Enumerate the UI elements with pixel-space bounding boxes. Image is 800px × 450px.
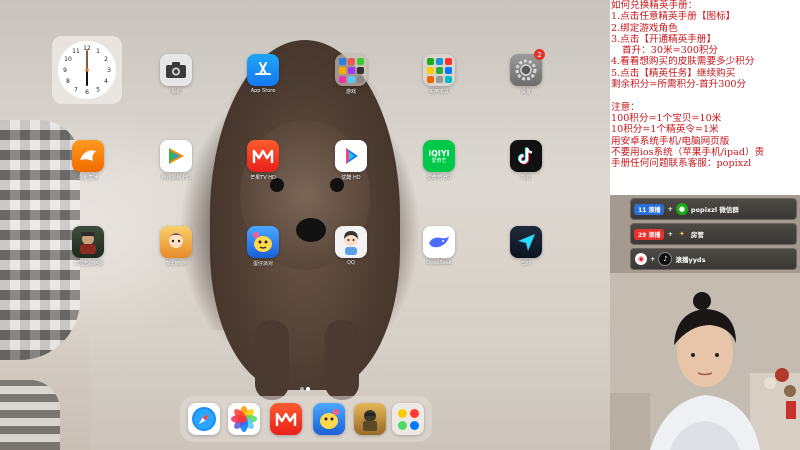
fantasy-game-icon[interactable] <box>160 226 192 258</box>
mango-tv-label: 芒果TV HD <box>250 175 276 181</box>
instruction-spacer <box>610 90 800 101</box>
wechat-icon: ● <box>675 203 688 215</box>
webcam-feed <box>610 273 800 450</box>
num-badge: 11 滚播 <box>634 203 665 215</box>
youku-app-icon[interactable] <box>335 140 367 172</box>
page-dot-active <box>306 387 310 391</box>
strategy-game-label: 三国志战略版 <box>72 261 103 267</box>
instruction-line: 用安卓系统手机/电脑网页版 <box>611 135 730 147</box>
iqiyi-label: 爱奇艺 HD <box>426 175 452 181</box>
instruction-line: 5.点击【精英任务】继续购买 <box>611 67 736 79</box>
party-game-icon[interactable] <box>247 226 279 258</box>
arrow-app-label: 剪映 <box>520 261 531 267</box>
instruction-line: 100积分=1个宝贝=10米 <box>611 112 722 124</box>
deepseek-label: DeepSeek <box>426 260 452 266</box>
wallpaper-blanket <box>0 120 80 360</box>
fantasy-game-label: 梦幻西游 <box>165 261 186 267</box>
games-folder-icon[interactable] <box>335 54 367 86</box>
iqiyi-app-icon[interactable]: iQIYI 爱奇艺 <box>423 140 455 172</box>
instruction-line: 10积分=1个精英令=1米 <box>611 124 719 136</box>
wechat-text: popixzl 微信群 <box>690 206 739 214</box>
instruction-line: 4.看看想购买的皮肤需要多少积分 <box>611 56 755 68</box>
instruction-line: 如何兑换精英手册： <box>611 0 698 11</box>
num-badge: 29 滚播 <box>634 228 665 240</box>
party-game-label: 蛋仔派对 <box>252 261 273 267</box>
clock-numeral: 6 <box>85 89 89 96</box>
clock-numeral: 7 <box>74 86 78 93</box>
youku-label: 优酷 HD <box>341 175 361 181</box>
wechat-group-row: 11 滚播 + ● popixzl 微信群 <box>630 198 797 220</box>
clock-numeral: 11 <box>72 48 80 55</box>
instruction-line: 不要用ios系统（苹果手机/ipad）贵 <box>611 146 765 158</box>
photos-flower-icon[interactable] <box>228 403 260 435</box>
social-banner: 11 滚播 + ● popixzl 微信群 29 滚播 + ✦ 房管 ◉ + ♪… <box>610 195 800 273</box>
instruction-line: 手册任何问题联系客服：popixzl <box>611 158 752 170</box>
clock-numeral: 1 <box>96 48 100 55</box>
instruction-line: 首升：30米=300积分 <box>622 45 719 57</box>
pubg-game-icon[interactable] <box>354 403 386 435</box>
tencent-video-icon[interactable] <box>160 140 192 172</box>
wallpaper-dog-leg <box>325 320 359 400</box>
dock <box>180 396 432 442</box>
arrow-app-icon[interactable] <box>510 226 542 258</box>
clock-numeral: 5 <box>96 86 100 93</box>
tiktok-app-icon[interactable] <box>510 140 542 172</box>
avatar-app-label: QQ <box>347 260 355 266</box>
clock-numeral: 4 <box>104 78 108 85</box>
douyu-label: 斗鱼直播 <box>77 175 98 181</box>
clock-numeral: 2 <box>104 56 108 63</box>
clock-widget[interactable]: 12 1 2 3 4 5 6 7 8 9 10 11 <box>52 36 122 104</box>
ipad-home-screen: 12 1 2 3 4 5 6 7 8 9 10 11 相机 App Store 游戏 <box>0 0 610 450</box>
instruction-line: 2.绑定游戏角色 <box>611 22 678 34</box>
avatar-app-icon[interactable] <box>335 226 367 258</box>
douyin-text: 滚播yyds <box>675 256 706 264</box>
tencent-video-label: 腾讯视频 HD <box>161 175 191 181</box>
party-game-dock-icon[interactable] <box>313 403 345 435</box>
bird-icon: ✦ <box>678 230 685 238</box>
clock-hands: 12 1234567891011 <box>63 45 111 96</box>
mango-tv-icon[interactable] <box>247 140 279 172</box>
wallpaper-dog-leg <box>255 320 289 400</box>
mango-dock-icon[interactable] <box>270 403 302 435</box>
wallpaper-blanket-bottom <box>0 380 60 450</box>
games-folder-label: 游戏 <box>345 89 356 95</box>
camera-label: 相机 <box>170 89 181 95</box>
camera-app-icon[interactable] <box>160 54 192 86</box>
clock-numeral: 8 <box>66 78 70 85</box>
app-store-label: App Store <box>250 88 276 94</box>
settings-badge: 2 <box>534 49 545 60</box>
clock-numeral: 3 <box>107 67 111 74</box>
weibo-icon: ◉ <box>635 253 647 265</box>
iqiyi-logo-text: iQIYI <box>428 148 450 158</box>
page-indicator[interactable] <box>299 376 311 395</box>
instruction-line: 注意： <box>611 101 640 113</box>
douyin-icon: ♪ <box>658 252 673 266</box>
deepseek-whale-icon[interactable] <box>423 226 455 258</box>
iqiyi-logo-subtext: 爱奇艺 <box>431 157 447 164</box>
instructions-panel: 如何兑换精英手册： 1.点击任意精英手册【图标】 2.绑定游戏角色 3.点击【开… <box>610 0 800 195</box>
clock-numeral: 10 <box>64 56 72 63</box>
tiktok-label: 抖音 <box>520 175 531 181</box>
clock-numeral: 9 <box>63 67 67 74</box>
app-library-icon[interactable] <box>392 403 424 435</box>
strategy-game-icon[interactable] <box>72 226 104 258</box>
douyu-app-icon[interactable] <box>72 140 104 172</box>
instruction-line: 3.点击【开通精英手册】 <box>611 33 717 45</box>
room-admin-row: 29 滚播 + ✦ 房管 <box>630 223 797 245</box>
utilities-folder-icon[interactable] <box>423 54 455 86</box>
utilities-folder-label: 实用工具 <box>428 89 449 95</box>
streamer-image <box>610 273 800 450</box>
settings-label: 设置 <box>520 89 531 95</box>
safari-compass-icon[interactable] <box>188 403 220 435</box>
wallpaper-dog-nose <box>296 218 326 242</box>
page-dot <box>300 387 304 391</box>
app-store-icon[interactable] <box>247 54 279 86</box>
weibo-douyin-row: ◉ + ♪ 滚播yyds <box>630 248 797 270</box>
admin-text: 房管 <box>690 231 704 239</box>
instruction-line: 1.点击任意精英手册【图标】 <box>611 11 736 23</box>
clock-face: 12 1 2 3 4 5 6 7 8 9 10 11 <box>58 41 116 99</box>
instruction-line: 剩余积分=所需积分-首升300分 <box>611 79 747 91</box>
